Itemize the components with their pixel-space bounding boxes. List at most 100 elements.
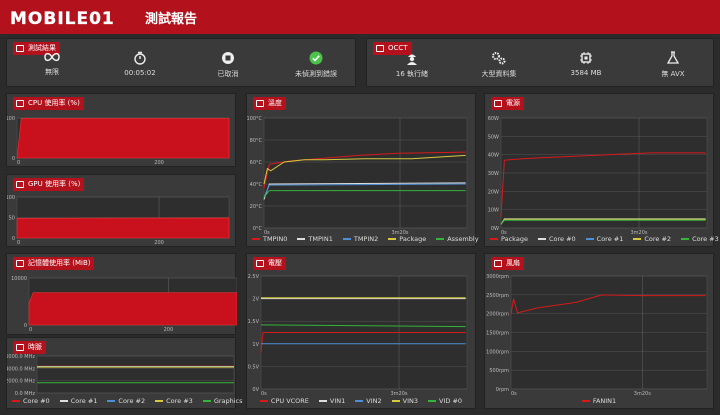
power-ytick-label: 50W bbox=[488, 134, 499, 140]
temp-legend-item-tmpin2: TMPIN2 bbox=[342, 235, 379, 243]
gpu-ytick-label: 100 bbox=[7, 195, 15, 201]
voltage-legend-swatch bbox=[391, 400, 400, 402]
power-legend-swatch bbox=[681, 238, 690, 240]
voltage-legend-item-cpu-vcore: CPU VCORE bbox=[259, 397, 309, 405]
logo-text: MOBILE01 bbox=[10, 9, 115, 29]
temp-legend-swatch bbox=[436, 238, 445, 240]
fan-legend-swatch bbox=[581, 400, 590, 402]
voltage-legend-swatch bbox=[259, 400, 268, 402]
voltage-ytick-label: 2V bbox=[252, 297, 259, 303]
stopwatch-icon bbox=[134, 51, 146, 65]
power-legend-item-core-2: Core #2 bbox=[633, 235, 671, 243]
cpu-series-0-area bbox=[16, 118, 230, 159]
gpu-series-0-area bbox=[16, 217, 230, 239]
stat-memory: 3584 MB bbox=[541, 51, 631, 77]
gpu-ytick-label: 0 bbox=[12, 236, 15, 242]
clock-legend-label: Core #0 bbox=[23, 397, 50, 405]
clock-legend-swatch bbox=[12, 400, 20, 402]
power-legend-item-core-3: Core #3 bbox=[681, 235, 719, 243]
mem-ytick-label: 0 bbox=[24, 323, 27, 329]
gpu-usage-chart: 0 50 100 0 200 bbox=[7, 195, 230, 246]
stat-avx: 無 AVX bbox=[628, 51, 718, 79]
power-legend-item-core-0: Core #0 bbox=[537, 235, 576, 243]
power-legend-label: Core #2 bbox=[644, 235, 672, 243]
flask-icon bbox=[666, 51, 680, 64]
gpu-ytick-label: 50 bbox=[9, 216, 15, 222]
power-legend: Package Core #0 Core #1 Core #2 Core #3 bbox=[485, 235, 719, 243]
fan-ytick-label: 3000rpm bbox=[486, 274, 509, 280]
power-legend-swatch bbox=[537, 238, 546, 240]
clock-legend-item-core-0: Core #0 bbox=[12, 397, 50, 405]
stat-iterations: 無限 bbox=[7, 51, 97, 77]
stat-duration: 00:05:02 bbox=[95, 51, 185, 77]
worker-icon bbox=[407, 54, 417, 65]
clock-legend-label: Core #3 bbox=[166, 397, 193, 405]
clock-legend-swatch bbox=[59, 400, 68, 402]
stat-status: 已取消 bbox=[183, 51, 273, 79]
occt-panel: OCCT 16 執行緒 大型資料集 3584 MB 無 AVX bbox=[366, 38, 714, 87]
power-legend-label: Core #0 bbox=[548, 235, 576, 243]
results-panel: 測試結果 無限 00:05:02 已取消 未偵測到錯誤 bbox=[6, 38, 356, 87]
gpu-xtick-label: 200 bbox=[154, 240, 164, 246]
cpu-usage-chart: 0 100 0 200 bbox=[7, 116, 230, 166]
chip-icon bbox=[580, 52, 592, 64]
clock-legend-item-graphics: Graphics bbox=[202, 397, 243, 405]
clock-legend-item-core-1: Core #1 bbox=[59, 397, 97, 405]
check-icon bbox=[309, 51, 323, 65]
clock-ytick-label: 4000.0 MHz bbox=[7, 366, 35, 372]
power-chart: 0W10W20W30W40W50W60W0s 3m20s bbox=[488, 116, 708, 236]
power-legend-label: Core #3 bbox=[692, 235, 719, 243]
voltage-ytick-label: 1V bbox=[252, 342, 259, 348]
fan-ytick-label: 1000rpm bbox=[486, 349, 509, 355]
power-ytick-label: 10W bbox=[488, 208, 499, 214]
temp-legend-item-tmpin1: TMPIN1 bbox=[297, 235, 333, 243]
temp-legend-label: Assembly bbox=[447, 235, 479, 243]
clock-legend-swatch bbox=[155, 400, 164, 402]
clock-legend-item-core-3: Core #3 bbox=[155, 397, 193, 405]
temp-legend-swatch bbox=[297, 238, 306, 240]
temperature-legend: TMPIN0 TMPIN1 TMPIN2 Package Assembly bbox=[247, 235, 479, 243]
gears-icon bbox=[492, 52, 506, 65]
temperature-panel: 溫度 0°C 20°C 40°C 60°C 80°C 100°C 0s 3m20s TMPIN… bbox=[246, 93, 479, 247]
temp-legend-label: TMPIN2 bbox=[353, 235, 379, 243]
clock-plot-area bbox=[36, 355, 235, 394]
cpu-xtick-label: 0 bbox=[17, 160, 20, 166]
clock-legend: Core #0 Core #1 Core #2 Core #3 Graphics bbox=[7, 397, 243, 405]
memory-usage-panel: 記憶體使用率 (MiB) 0 10000 0 200 bbox=[6, 253, 237, 335]
fan-legend-item-fanin1: FANIN1 bbox=[581, 397, 616, 405]
voltage-legend-label: VIN1 bbox=[329, 397, 346, 405]
temp-plot-area bbox=[263, 117, 468, 229]
mem-series-0-area bbox=[28, 292, 237, 326]
temp-legend-item-assembly: Assembly bbox=[436, 235, 479, 243]
voltage-legend-item-vid-0: VID #0 bbox=[428, 397, 462, 405]
power-legend-swatch bbox=[490, 238, 498, 240]
voltage-legend-swatch bbox=[355, 400, 364, 402]
voltage-ytick-label: 0.5V bbox=[248, 364, 260, 370]
voltage-legend-label: VID #0 bbox=[439, 397, 463, 405]
cpu-ytick-label: 0 bbox=[12, 156, 15, 162]
temp-legend-item-tmpin0: TMPIN0 bbox=[252, 235, 287, 243]
temperature-chart: 0°C20°C40°C60°C80°C100°C0s 3m20s bbox=[247, 116, 468, 236]
mem-xtick-label: 0 bbox=[29, 327, 32, 333]
clock-legend-label: Graphics bbox=[213, 397, 243, 405]
temp-legend-label: TMPIN0 bbox=[263, 235, 288, 243]
power-ytick-label: 20W bbox=[488, 189, 499, 195]
cpu-usage-panel: CPU 使用率 (%) 0 100 0 200 bbox=[6, 93, 236, 167]
clock-legend-swatch bbox=[107, 400, 116, 402]
voltage-legend-swatch bbox=[428, 400, 437, 402]
fan-ytick-label: 0rpm bbox=[496, 387, 509, 393]
clock-ytick-label: 6000.0 MHz bbox=[7, 354, 35, 360]
report-title: 測試報告 bbox=[145, 12, 198, 27]
clock-ytick-label: 2000.0 MHz bbox=[7, 379, 35, 385]
voltage-legend-item-vin1: VIN1 bbox=[318, 397, 346, 405]
temp-ytick-label: 60°C bbox=[250, 160, 263, 166]
temp-ytick-label: 100°C bbox=[247, 116, 262, 122]
stop-icon bbox=[222, 52, 234, 64]
gpu-usage-panel: GPU 使用率 (%) 0 50 100 0 200 bbox=[6, 174, 236, 247]
clock-legend-swatch bbox=[202, 400, 211, 402]
fan-ytick-label: 2500rpm bbox=[486, 293, 509, 299]
voltage-legend-label: CPU VCORE bbox=[270, 397, 309, 405]
voltage-legend-item-vin2: VIN2 bbox=[355, 397, 382, 405]
voltage-legend-item-vin3: VIN3 bbox=[391, 397, 418, 405]
app-header: MOBILE01 測試報告 bbox=[0, 0, 720, 34]
